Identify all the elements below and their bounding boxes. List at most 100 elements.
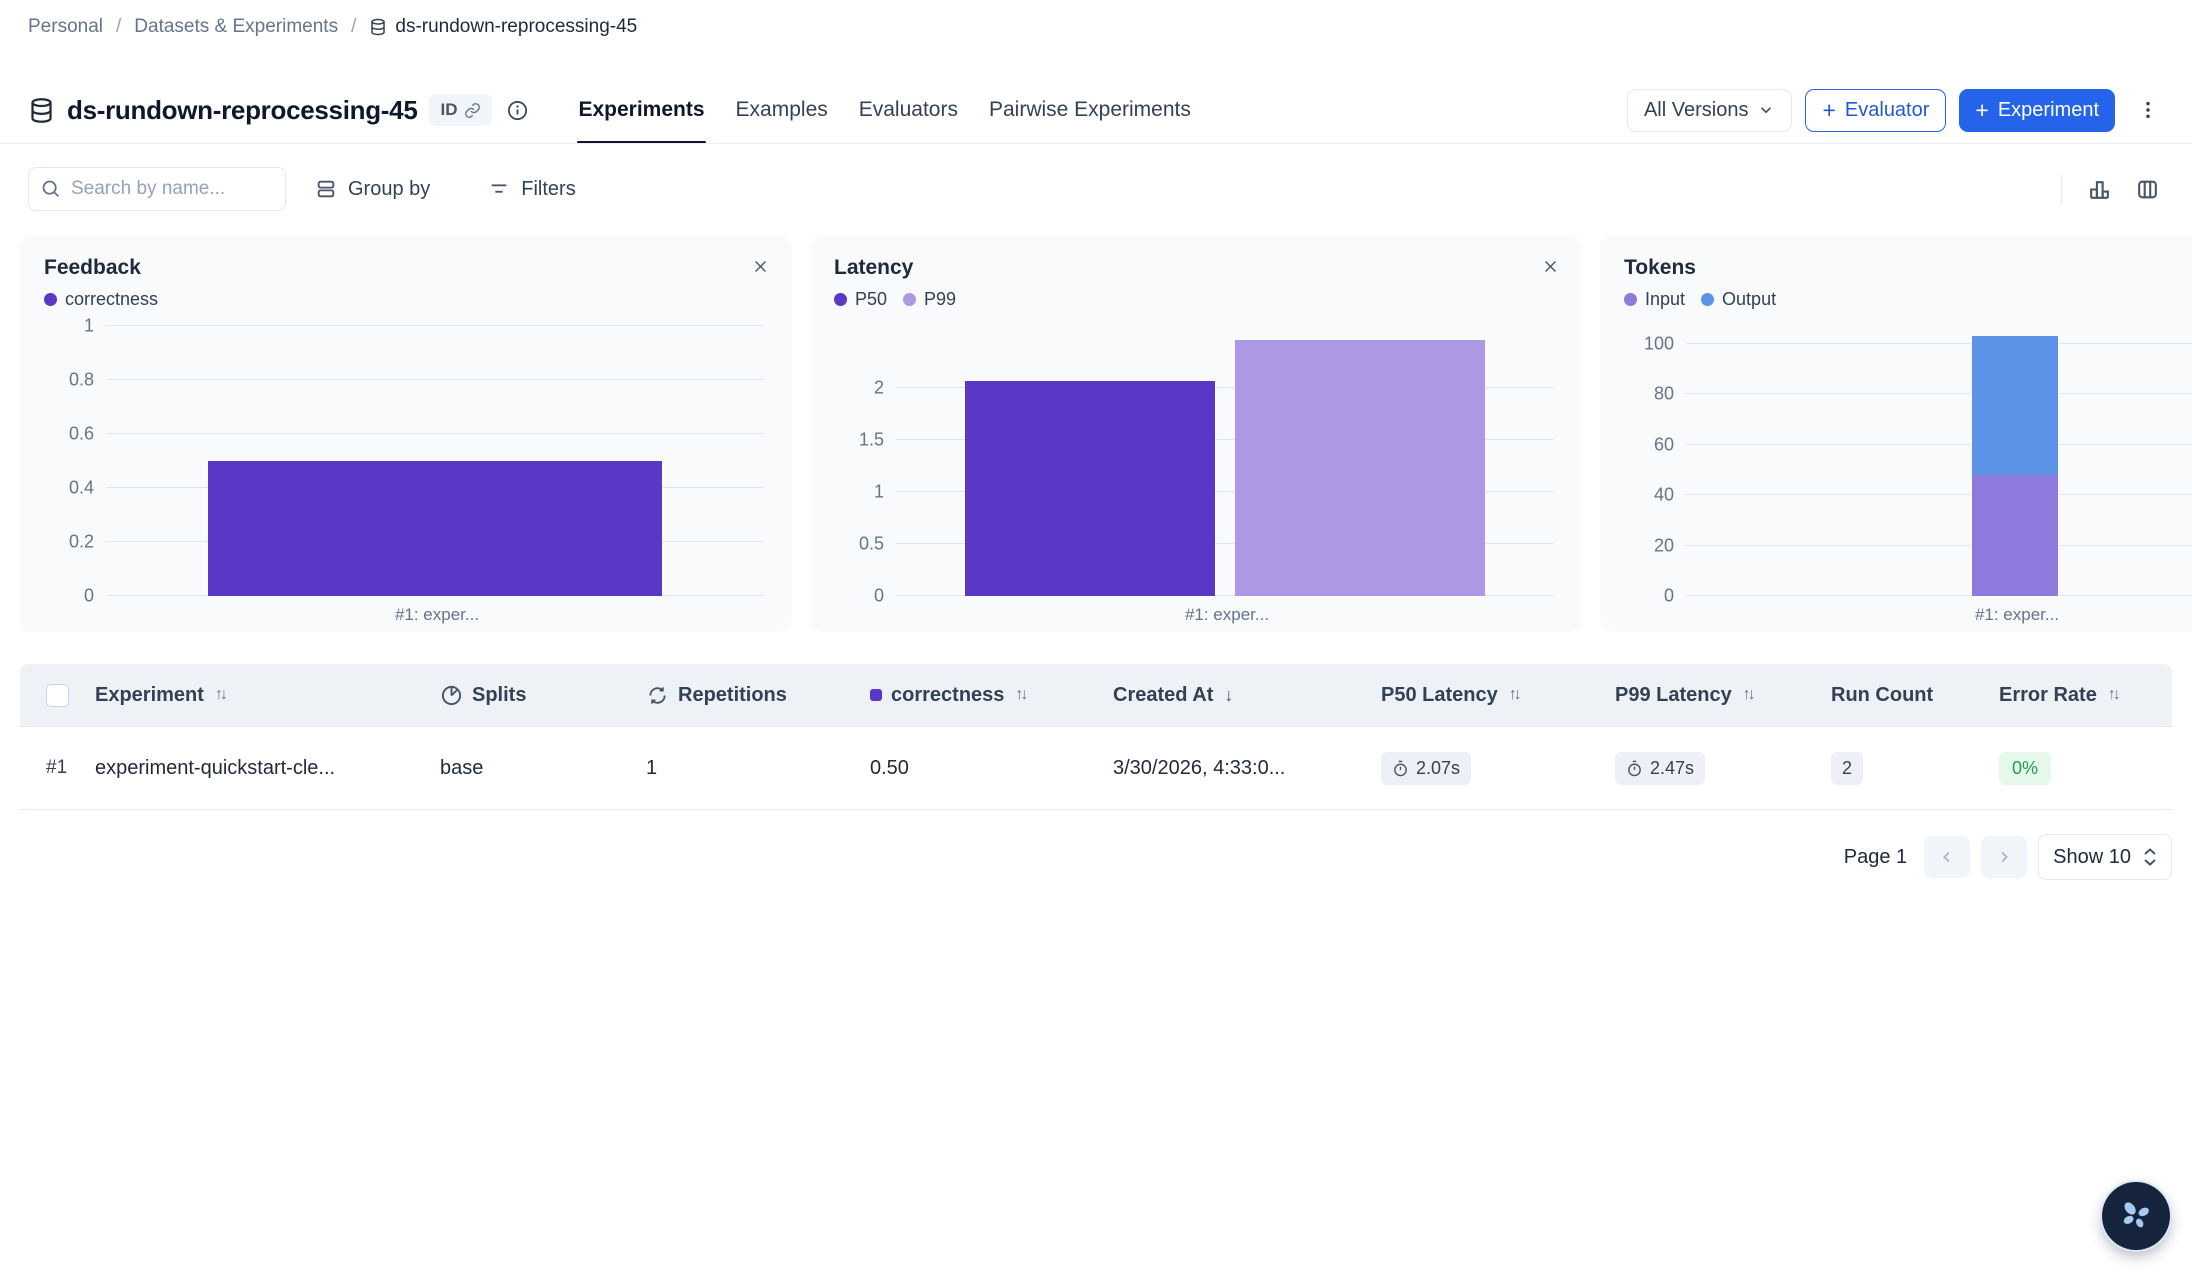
experiment-name-cell[interactable]: experiment-quickstart-cle...	[95, 757, 440, 780]
legend-item: correctness	[44, 289, 158, 310]
breadcrumb-separator: /	[351, 16, 356, 38]
chart-legend: correctness	[44, 289, 768, 310]
y-axis-tick-label: 1	[834, 482, 884, 503]
bar-segment-output	[1972, 336, 2058, 475]
info-icon[interactable]	[506, 99, 529, 122]
add-evaluator-button[interactable]: + Evaluator	[1805, 89, 1946, 132]
tab-evaluators[interactable]: Evaluators	[858, 76, 959, 144]
bar-correctness	[208, 461, 662, 596]
next-page-button[interactable]	[1981, 836, 2027, 878]
bar-p99	[1235, 340, 1485, 597]
row-index: #1	[20, 757, 95, 779]
y-axis-tick-label: 0	[1624, 586, 1674, 607]
y-axis-tick-label: 60	[1624, 434, 1674, 455]
y-axis-tick-label: 0.6	[44, 424, 94, 445]
chart-title: Latency	[834, 256, 1558, 280]
repeat-icon	[646, 684, 669, 707]
search-input[interactable]	[28, 167, 286, 211]
column-header-p99-latency[interactable]: P99 Latency ↑↓	[1615, 684, 1831, 707]
database-icon	[369, 18, 387, 36]
help-widget-button[interactable]	[2102, 1182, 2170, 1250]
charts-row: Feedback correctness 00.20.40.60.81 #1: …	[20, 236, 2192, 632]
page-size-select[interactable]: Show 10	[2038, 834, 2172, 880]
previous-page-button[interactable]	[1924, 836, 1970, 878]
y-axis-tick-label: 0	[834, 586, 884, 607]
y-axis-tick-label: 0.5	[834, 534, 884, 555]
column-header-correctness[interactable]: correctness ↑↓	[870, 684, 1113, 707]
breadcrumb-personal[interactable]: Personal	[28, 16, 103, 38]
columns-icon	[2135, 177, 2160, 202]
chart-plot: 020406080100	[1624, 326, 2192, 596]
legend-dot-icon	[44, 293, 57, 306]
column-header-created-at[interactable]: Created At ↓	[1113, 684, 1381, 707]
experiments-table: Experiment ↑↓ Splits Repetitions correct…	[20, 664, 2172, 810]
y-axis-tick-label: 0	[44, 586, 94, 607]
bars-group	[106, 326, 764, 596]
close-icon[interactable]	[744, 250, 776, 282]
chart-title: Feedback	[44, 256, 768, 280]
column-header-splits: Splits	[440, 684, 646, 707]
tab-examples[interactable]: Examples	[735, 76, 829, 144]
bar-chart-icon	[2087, 177, 2112, 202]
all-versions-dropdown[interactable]: All Versions	[1627, 89, 1793, 132]
correctness-cell: 0.50	[870, 757, 1113, 780]
y-axis-tick-label: 0.8	[44, 370, 94, 391]
sort-icon: ↑↓	[1743, 686, 1753, 704]
more-options-button[interactable]	[2128, 89, 2168, 132]
kebab-icon	[2137, 99, 2159, 121]
legend-dot-icon	[1701, 293, 1714, 306]
chevron-left-icon	[1938, 848, 1956, 866]
id-badge[interactable]: ID	[429, 94, 492, 126]
table-header-row: Experiment ↑↓ Splits Repetitions correct…	[20, 664, 2172, 727]
manage-columns-button[interactable]	[2126, 168, 2168, 210]
breadcrumb-datasets[interactable]: Datasets & Experiments	[134, 16, 338, 38]
column-header-run-count: Run Count	[1831, 684, 1999, 707]
breadcrumb-current: ds-rundown-reprocessing-45	[369, 16, 637, 38]
title-group: ds-rundown-reprocessing-45 ID	[28, 94, 529, 126]
legend-dot-icon	[903, 293, 916, 306]
sort-icon: ↑↓	[1015, 686, 1025, 704]
column-header-p50-latency[interactable]: P50 Latency ↑↓	[1381, 684, 1615, 707]
chart-plot: 00.20.40.60.81	[44, 326, 768, 596]
link-icon	[464, 102, 481, 119]
tab-experiments[interactable]: Experiments	[577, 76, 705, 144]
table-row[interactable]: #1 experiment-quickstart-cle... base 1 0…	[20, 727, 2172, 810]
plus-icon: +	[1822, 99, 1835, 122]
created-at-cell: 3/30/2026, 4:33:0...	[1113, 757, 1381, 780]
legend-dot-icon	[1624, 293, 1637, 306]
chart-x-axis-label: #1: exper...	[896, 605, 1558, 625]
column-header-experiment[interactable]: Experiment ↑↓	[95, 684, 440, 707]
search-icon	[40, 178, 61, 199]
comet-logo-icon	[2116, 1196, 2156, 1236]
header-divider	[0, 143, 2192, 144]
correctness-dot-icon	[870, 689, 882, 701]
error-rate-cell: 0%	[1999, 752, 2172, 785]
tab-pairwise-experiments[interactable]: Pairwise Experiments	[988, 76, 1192, 144]
column-header-repetitions: Repetitions	[646, 684, 870, 707]
y-axis-tick-label: 100	[1624, 333, 1674, 354]
column-header-error-rate[interactable]: Error Rate ↑↓	[1999, 684, 2172, 707]
group-by-button[interactable]: Group by	[298, 167, 447, 211]
stacked-bar	[1972, 326, 2058, 596]
chart-x-axis-label: #1: exper...	[106, 605, 768, 625]
stopwatch-icon	[1626, 760, 1643, 777]
bars-group	[1686, 326, 2192, 596]
up-down-chevrons-icon	[2143, 848, 2157, 866]
y-axis-tick-label: 2	[834, 378, 884, 399]
add-experiment-button[interactable]: + Experiment	[1959, 89, 2115, 132]
legend-dot-icon	[834, 293, 847, 306]
group-by-icon	[315, 178, 337, 200]
close-icon[interactable]	[1534, 250, 1566, 282]
bars-group	[896, 326, 1554, 596]
feedback-chart-card: Feedback correctness 00.20.40.60.81 #1: …	[20, 236, 792, 632]
splits-cell: base	[440, 757, 646, 780]
filter-icon	[488, 178, 510, 200]
select-all-checkbox[interactable]	[46, 684, 69, 707]
tokens-chart-card: Tokens InputOutput 020406080100 #1: expe…	[1600, 236, 2192, 632]
filters-button[interactable]: Filters	[471, 167, 592, 211]
legend-item: P50	[834, 289, 887, 310]
toggle-charts-button[interactable]	[2078, 168, 2120, 210]
legend-item: P99	[903, 289, 956, 310]
bar-segment-input	[1972, 475, 2058, 596]
search-box	[28, 167, 286, 211]
